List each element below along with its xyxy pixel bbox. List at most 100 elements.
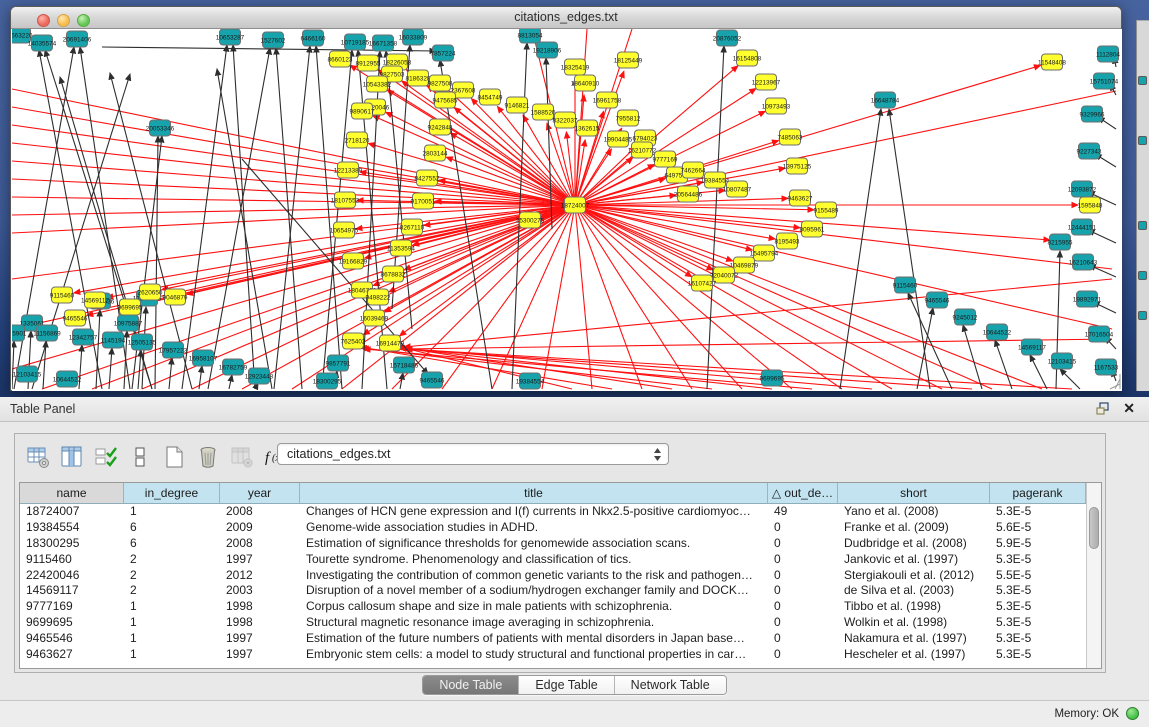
graph-node[interactable]: 9498222 bbox=[366, 289, 391, 305]
table-row[interactable]: 946362711997Embryonic stem cells: a mode… bbox=[20, 647, 1086, 663]
cell-year[interactable]: 2012 bbox=[220, 568, 300, 584]
graph-node[interactable]: 11156869 bbox=[33, 325, 61, 341]
graph-node[interactable]: 18325419 bbox=[561, 59, 590, 75]
cell-short[interactable]: Tibbo et al. (1998) bbox=[838, 599, 990, 615]
graph-node[interactable]: 16033809 bbox=[399, 29, 428, 45]
graph-node[interactable]: 9046879 bbox=[163, 289, 188, 305]
import-table-icon[interactable] bbox=[229, 444, 255, 470]
cell-pagerank[interactable]: 5.3E-5 bbox=[990, 647, 1086, 663]
graph-node[interactable]: 13975125 bbox=[783, 158, 812, 174]
cell-year[interactable]: 1997 bbox=[220, 552, 300, 568]
graph-node[interactable]: 18107552 bbox=[331, 192, 360, 208]
cell-pagerank[interactable]: 5.3E-5 bbox=[990, 583, 1086, 599]
graph-node[interactable]: 20053346 bbox=[146, 120, 175, 136]
graph-node[interactable]: 15718485 bbox=[390, 357, 419, 373]
graph-node[interactable]: 9155489 bbox=[814, 202, 839, 218]
float-panel-icon[interactable] bbox=[1095, 402, 1111, 416]
graph-node[interactable]: 9115460 bbox=[893, 277, 918, 293]
cell-title[interactable]: Embryonic stem cells: a model to study s… bbox=[300, 647, 768, 663]
graph-node[interactable]: 3915901 bbox=[12, 325, 27, 341]
cell-in_degree[interactable]: 2 bbox=[124, 552, 220, 568]
graph-node[interactable]: 9475685 bbox=[433, 92, 458, 108]
background-window-sliver[interactable] bbox=[1136, 20, 1149, 391]
new-table-icon[interactable] bbox=[161, 444, 187, 470]
graph-node[interactable]: 12505135 bbox=[128, 334, 157, 350]
cell-short[interactable]: Stergiakouli et al. (2012) bbox=[838, 568, 990, 584]
graph-node[interactable]: 16107427 bbox=[688, 275, 717, 291]
cell-pagerank[interactable]: 5.3E-5 bbox=[990, 552, 1086, 568]
table-row[interactable]: 946554611997Estimation of the future num… bbox=[20, 631, 1086, 647]
graph-node[interactable]: 1595848 bbox=[1078, 197, 1103, 213]
cell-pagerank[interactable]: 5.3E-5 bbox=[990, 599, 1086, 615]
cell-year[interactable]: 1997 bbox=[220, 631, 300, 647]
network-canvas[interactable]: 1663220140355742069140610653287152760264… bbox=[12, 29, 1122, 391]
table-row[interactable]: 1830029562008Estimation of significance … bbox=[20, 536, 1086, 552]
graph-node[interactable]: 8195493 bbox=[775, 233, 800, 249]
graph-node[interactable]: 9465546 bbox=[63, 310, 88, 326]
graph-node[interactable]: 19892971 bbox=[1073, 291, 1102, 307]
graph-node[interactable]: 7857224 bbox=[431, 45, 456, 61]
column-header-pagerank[interactable]: pagerank bbox=[990, 483, 1086, 503]
graph-node[interactable]: 8660123 bbox=[328, 51, 353, 67]
table-vertical-scrollbar[interactable] bbox=[1086, 483, 1101, 668]
cell-in_degree[interactable]: 2 bbox=[124, 583, 220, 599]
cell-title[interactable]: Tourette syndrome. Phenomenology and cla… bbox=[300, 552, 768, 568]
select-rows-icon[interactable] bbox=[93, 444, 119, 470]
tab-network-table[interactable]: Network Table bbox=[615, 676, 726, 694]
cell-out_degree[interactable]: 0 bbox=[768, 647, 838, 663]
cell-in_degree[interactable]: 1 bbox=[124, 599, 220, 615]
graph-node[interactable]: 9242848 bbox=[428, 119, 453, 135]
cell-name[interactable]: 9463627 bbox=[20, 647, 124, 663]
cell-title[interactable]: Disruption of a novel member of a sodium… bbox=[300, 583, 768, 599]
graph-node[interactable]: 8095961 bbox=[800, 221, 825, 237]
cell-year[interactable]: 2008 bbox=[220, 536, 300, 552]
graph-node[interactable]: 9115460 bbox=[50, 287, 75, 303]
cell-title[interactable]: Genome-wide association studies in ADHD. bbox=[300, 520, 768, 536]
graph-node[interactable]: 2620650 bbox=[138, 284, 163, 300]
cell-short[interactable]: Dudbridge et al. (2008) bbox=[838, 536, 990, 552]
table-row[interactable]: 969969511998Structural magnetic resonanc… bbox=[20, 615, 1086, 631]
cell-short[interactable]: de Silva et al. (2003) bbox=[838, 583, 990, 599]
graph-node[interactable]: 12103415 bbox=[13, 366, 42, 382]
graph-node[interactable]: 1112804 bbox=[1096, 46, 1120, 62]
graph-node[interactable]: 7462664 bbox=[681, 162, 706, 178]
column-header-name[interactable]: name bbox=[20, 483, 124, 503]
cell-year[interactable]: 2003 bbox=[220, 583, 300, 599]
cell-pagerank[interactable]: 5.6E-5 bbox=[990, 520, 1086, 536]
graph-node[interactable]: 20691406 bbox=[63, 31, 92, 47]
cell-in_degree[interactable]: 6 bbox=[124, 536, 220, 552]
graph-node[interactable]: 12213389 bbox=[334, 162, 363, 178]
cell-out_degree[interactable]: 0 bbox=[768, 568, 838, 584]
cell-name[interactable]: 14569117 bbox=[20, 583, 124, 599]
graph-node[interactable]: 12342757 bbox=[69, 329, 98, 345]
cell-out_degree[interactable]: 0 bbox=[768, 520, 838, 536]
cell-out_degree[interactable]: 0 bbox=[768, 536, 838, 552]
graph-node[interactable]: 12923448 bbox=[245, 368, 274, 384]
graph-node[interactable]: 9463627 bbox=[788, 190, 813, 206]
graph-node[interactable]: 10975887 bbox=[114, 315, 143, 331]
graph-node[interactable]: 2803144 bbox=[423, 145, 448, 161]
cell-name[interactable]: 9115460 bbox=[20, 552, 124, 568]
graph-node[interactable]: 9827508 bbox=[428, 75, 453, 91]
table-options-icon[interactable] bbox=[25, 444, 51, 470]
graph-node[interactable]: 19218906 bbox=[533, 42, 562, 58]
show-columns-icon[interactable] bbox=[59, 444, 85, 470]
graph-node[interactable]: 11353594 bbox=[387, 240, 415, 256]
cell-title[interactable]: Structural magnetic resonance image aver… bbox=[300, 615, 768, 631]
cell-title[interactable]: Estimation of the future numbers of pati… bbox=[300, 631, 768, 647]
cell-short[interactable]: Franke et al. (2009) bbox=[838, 520, 990, 536]
graph-node[interactable]: 12444151 bbox=[1068, 219, 1097, 235]
graph-node[interactable]: 12213967 bbox=[752, 74, 781, 90]
graph-node[interactable]: 9170051 bbox=[411, 193, 436, 209]
graph-node[interactable]: 12103415 bbox=[1048, 353, 1077, 369]
cell-name[interactable]: 9699695 bbox=[20, 615, 124, 631]
graph-node[interactable]: 18300295 bbox=[313, 373, 342, 389]
graph-node[interactable]: 9146821 bbox=[505, 97, 530, 113]
graph-node[interactable]: 20564486 bbox=[674, 186, 703, 202]
cell-in_degree[interactable]: 2 bbox=[124, 568, 220, 584]
graph-node[interactable]: 10807487 bbox=[723, 181, 752, 197]
graph-node[interactable]: 16671358 bbox=[369, 35, 398, 51]
graph-node[interactable]: 14035574 bbox=[28, 35, 57, 51]
close-panel-icon[interactable]: ✕ bbox=[1123, 400, 1135, 417]
graph-node[interactable]: 7955812 bbox=[616, 110, 641, 126]
